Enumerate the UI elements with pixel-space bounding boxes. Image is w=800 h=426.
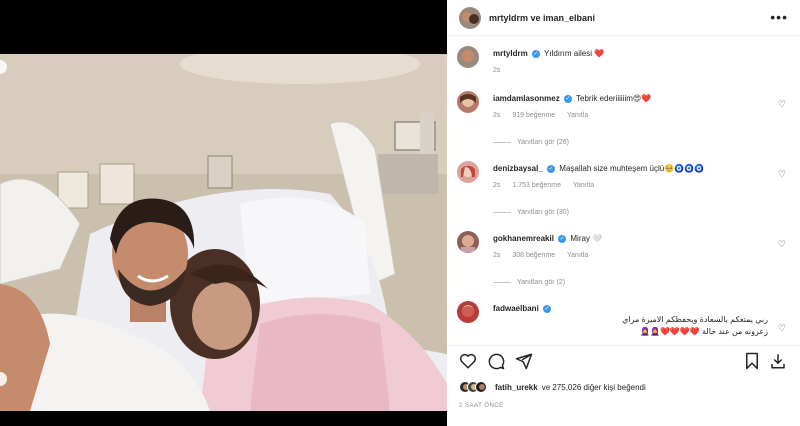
caption-username[interactable]: mrtyldrm	[493, 49, 528, 58]
comment-username[interactable]: gokhanemreakil	[493, 234, 554, 243]
reply-button[interactable]: Yanıtla	[573, 182, 594, 189]
post-author-names[interactable]: mrtyldrm ve iman_elbani	[489, 13, 595, 23]
hospital-selfie-image	[0, 54, 447, 411]
comment-like-heart-icon[interactable]: ♡	[778, 99, 786, 110]
liker-avatars	[459, 381, 487, 393]
comment-username[interactable]: iamdamlasonmez	[493, 94, 560, 103]
view-replies-button[interactable]: Yanıtları gör (2)	[493, 279, 565, 286]
comment-time: 2s	[493, 182, 501, 189]
comment-text: Tebrik ederiiiiiim😍❤️	[576, 94, 652, 103]
comment-username[interactable]: denizbaysal_	[493, 164, 543, 173]
heart-icon[interactable]	[459, 352, 477, 370]
view-replies-label: Yanıtları gör (30)	[517, 209, 570, 216]
verified-badge-icon: ✓	[563, 94, 572, 103]
commenter-avatar[interactable]	[457, 91, 479, 113]
comment-like-heart-icon[interactable]: ♡	[778, 239, 786, 250]
comment-time: 2s	[493, 112, 501, 119]
reply-button[interactable]: Yanıtla	[567, 112, 588, 119]
replies-divider	[493, 212, 511, 213]
verified-badge-icon: ✓	[543, 304, 552, 313]
comment-text-line-1: ربي يمتعكم بالسعادة ويحفظكم الاميرة مراي	[622, 315, 768, 324]
author-avatar[interactable]	[459, 6, 481, 29]
verified-badge-icon: ✓	[547, 164, 556, 173]
post-header: mrtyldrm ve iman_elbani •••	[447, 0, 800, 36]
comment-icon[interactable]	[487, 352, 505, 370]
download-icon[interactable]	[769, 352, 787, 370]
commenter-avatar[interactable]	[457, 301, 479, 323]
comment-like-count[interactable]: 919 beğenme	[512, 112, 555, 119]
view-replies-button[interactable]: Yanıtları gör (30)	[493, 209, 569, 216]
caption-author-avatar[interactable]	[457, 46, 479, 68]
comment-like-heart-icon[interactable]: ♡	[778, 323, 786, 334]
first-liker-username[interactable]: fatih_urekk	[495, 383, 538, 392]
comment-like-count[interactable]: 308 beğenme	[512, 252, 555, 259]
post-action-bar	[447, 345, 800, 375]
liker-avatar	[475, 381, 487, 393]
comment-text: Maşallah size muhteşem üçlü🥺🧿🧿🧿	[559, 164, 705, 173]
view-replies-button[interactable]: Yanıtları gör (26)	[493, 139, 569, 146]
replies-divider	[493, 282, 511, 283]
commenter-avatar[interactable]	[457, 231, 479, 253]
likes-summary[interactable]: fatih_urekk ve 275,026 diğer kişi beğend…	[459, 381, 646, 393]
caption-text: Yıldırım ailesi ❤️	[544, 49, 605, 58]
more-horizontal-icon[interactable]: •••	[770, 9, 788, 25]
caption-time: 2s	[493, 67, 501, 74]
replies-divider	[493, 142, 511, 143]
comment-like-count[interactable]: 1.753 beğenme	[512, 182, 561, 189]
comment-time: 2s	[493, 252, 501, 259]
comment-text-line-2: زعرونه من عند خالة ❤️❤️❤️❤️🧕🧕	[640, 327, 768, 336]
post-photo[interactable]	[0, 54, 447, 411]
commenter-avatar[interactable]	[457, 161, 479, 183]
verified-badge-icon: ✓	[531, 49, 540, 58]
comment-text: Miray 🤍	[570, 234, 603, 243]
verified-badge-icon: ✓	[558, 234, 567, 243]
likes-count-text[interactable]: ve 275,026 diğer kişi beğendi	[542, 383, 646, 392]
comment-like-heart-icon[interactable]: ♡	[778, 169, 786, 180]
bookmark-icon[interactable]	[743, 352, 761, 370]
comment-list[interactable]: mrtyldrm ✓ Yıldırım ailesi ❤️ 2s iamdaml…	[447, 36, 800, 342]
post-media-pane	[0, 0, 447, 426]
comment-username[interactable]: fadwaelbani	[493, 304, 539, 313]
reply-button[interactable]: Yanıtla	[567, 252, 588, 259]
view-replies-label: Yanıtları gör (26)	[517, 139, 570, 146]
share-icon[interactable]	[515, 352, 533, 370]
view-replies-label: Yanıtları gör (2)	[517, 279, 566, 286]
post-side-panel: mrtyldrm ve iman_elbani ••• mrtyldrm ✓ Y…	[447, 0, 800, 426]
post-timestamp[interactable]: 2 SAAT ÖNCE	[459, 403, 504, 409]
